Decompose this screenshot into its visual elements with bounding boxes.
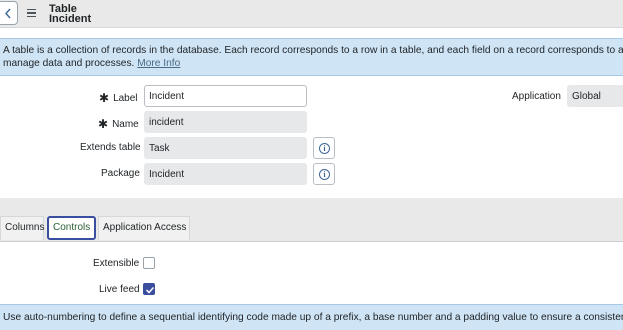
record-form: ✱ Label Incident ✱ Name incident Extends t… [0,77,623,198]
package-label: Package [101,168,140,179]
hamburger-menu-icon[interactable] [27,9,36,17]
extends-table-label: Extends table [80,142,141,153]
tab-application-access[interactable]: Application Access [98,216,190,240]
record-header: Table Incident [0,0,623,28]
more-info-link[interactable]: More Info [137,58,180,69]
extends-table-input[interactable]: Task [144,137,307,159]
tab-columns[interactable]: Columns [0,216,44,240]
tab-controls[interactable]: Controls [47,216,96,240]
back-button[interactable] [0,1,18,25]
info-icon: i [319,169,330,180]
info-banner-text: A table is a collection of records in th… [3,45,623,56]
info-icon: i [319,143,330,154]
info-banner-text-line2: manage data and processes. [3,58,135,69]
mandatory-marker-icon: ✱ [99,91,110,105]
page-title-record: Incident [49,13,92,25]
label-input[interactable]: Incident [144,85,307,107]
label-field-label: ✱ Label [99,91,138,105]
package-input[interactable]: Incident [144,163,307,185]
name-field-label: ✱ Name [98,117,139,131]
chevron-left-icon [5,8,11,19]
live-feed-checkbox[interactable] [143,283,155,295]
extensible-checkbox[interactable] [143,257,155,269]
application-input[interactable]: Global [567,85,623,107]
auto-numbering-banner-text: Use auto-numbering to define a sequentia… [3,312,623,323]
checkmark-icon [145,286,155,294]
tab-strip: Columns Controls Application Access [0,198,623,242]
info-banner: A table is a collection of records in th… [0,38,623,76]
application-label: Application [512,91,561,102]
tab-divider [0,241,623,242]
name-input[interactable]: incident [144,111,307,133]
mandatory-marker-icon: ✱ [98,117,109,131]
extensible-label: Extensible [93,258,140,269]
extends-table-info-button[interactable]: i [313,137,335,159]
live-feed-label: Live feed [99,284,140,295]
auto-numbering-banner: Use auto-numbering to define a sequentia… [0,304,623,330]
package-info-button[interactable]: i [313,163,335,185]
